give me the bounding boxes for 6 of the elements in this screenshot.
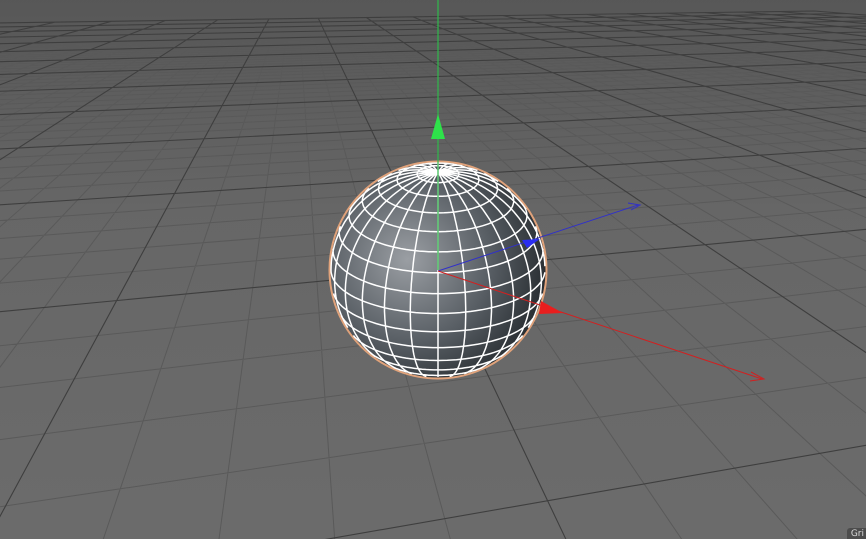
- corner-label: Gri: [846, 528, 866, 539]
- z-axis-arrow[interactable]: [438, 202, 642, 272]
- y-axis-arrow[interactable]: [431, 0, 445, 270]
- sphere-drawing[interactable]: [328, 160, 548, 380]
- x-axis-arrow[interactable]: [438, 270, 766, 382]
- 3d-viewport[interactable]: Gri: [0, 0, 866, 539]
